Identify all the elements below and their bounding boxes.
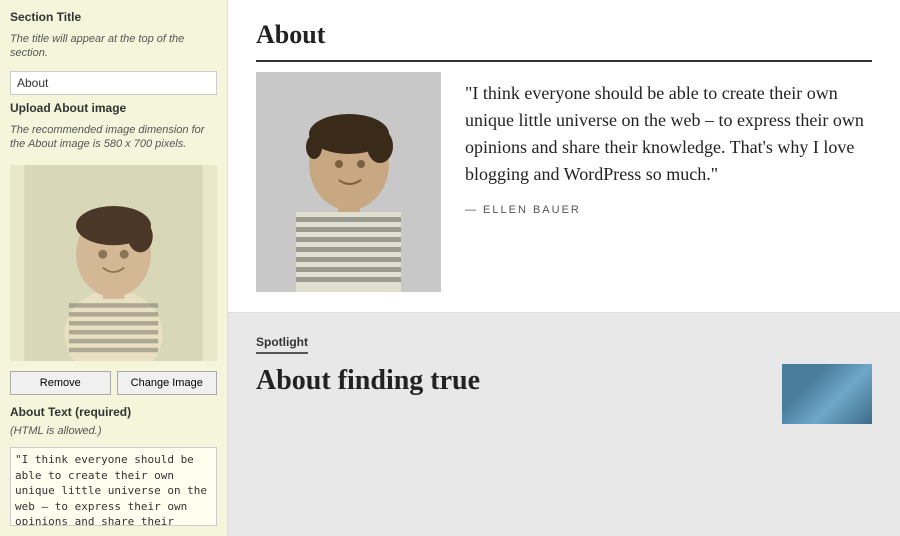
change-image-button[interactable]: Change Image (117, 371, 218, 395)
about-quote-text: "I think everyone should be able to crea… (465, 80, 872, 188)
section-title-input[interactable] (10, 71, 217, 95)
remove-image-button[interactable]: Remove (10, 371, 111, 395)
image-action-buttons: Remove Change Image (10, 371, 217, 395)
about-section-image (256, 72, 441, 292)
spotlight-label: Spotlight (256, 335, 308, 354)
about-section-title: About (256, 20, 872, 62)
about-text-textarea[interactable]: "I think everyone should be able to crea… (10, 447, 217, 526)
image-preview (10, 165, 217, 361)
left-panel: Section Title The title will appear at t… (0, 0, 228, 536)
spotlight-section: Spotlight About finding true (228, 313, 900, 536)
about-section: About (228, 0, 900, 313)
about-text-hint: (HTML is allowed.) (10, 425, 217, 437)
right-panel: About (228, 0, 900, 536)
about-text-label: About Text (required) (10, 405, 217, 419)
section-title-label: Section Title (10, 10, 217, 24)
spotlight-title: About finding true (256, 364, 766, 398)
upload-image-label: Upload About image (10, 101, 217, 115)
spotlight-thumbnail (782, 364, 872, 424)
about-content: "I think everyone should be able to crea… (256, 72, 872, 292)
upload-image-hint: The recommended image dimension for the … (10, 123, 217, 152)
section-title-hint: The title will appear at the top of the … (10, 32, 217, 61)
about-quote-attribution: — ELLEN BAUER (465, 204, 872, 216)
about-quote-block: "I think everyone should be able to crea… (465, 72, 872, 216)
spotlight-row: About finding true (256, 364, 872, 424)
